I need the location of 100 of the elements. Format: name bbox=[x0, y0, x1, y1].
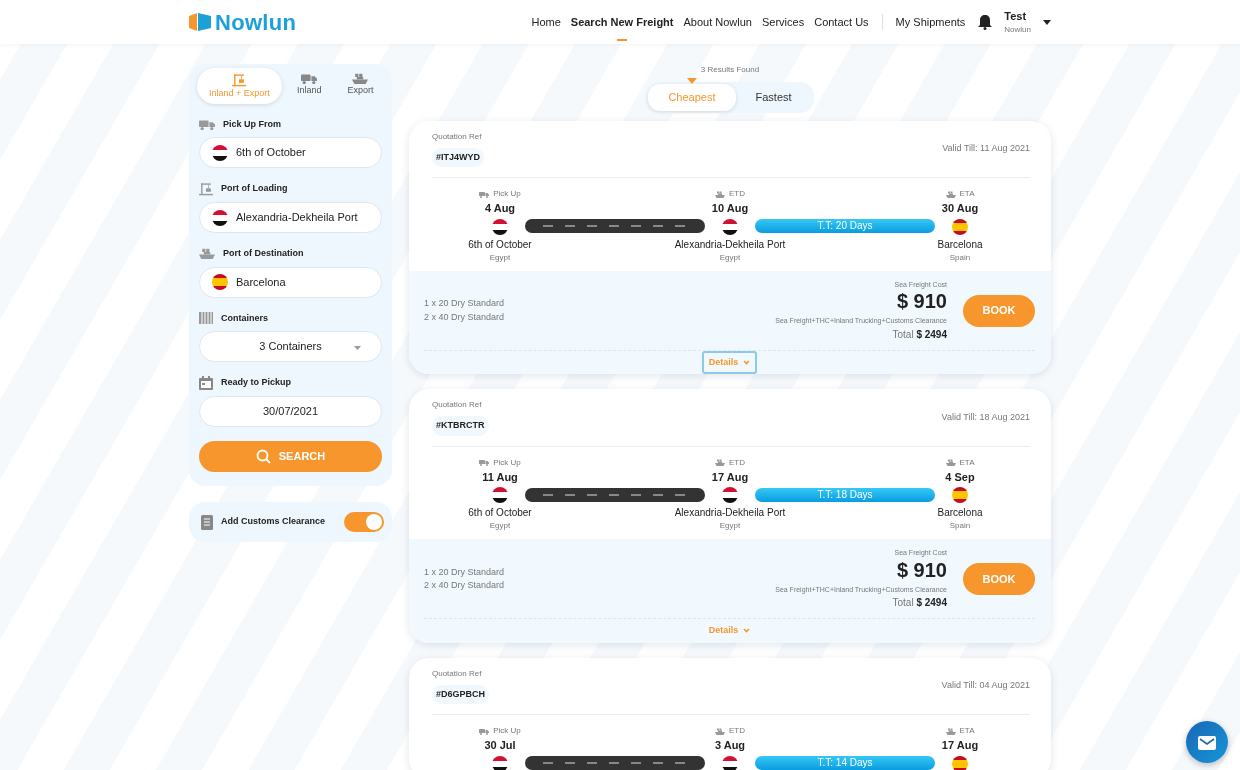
stop-place: Alexandria-Dekheila Port bbox=[674, 237, 786, 252]
sort-tab[interactable]: Fastest bbox=[735, 84, 812, 111]
crane-icon bbox=[199, 182, 213, 196]
price: $ 910 bbox=[896, 290, 947, 312]
field-label: Pick Up From bbox=[223, 117, 281, 131]
container-line: 2 x 40 Dry Standard bbox=[424, 579, 505, 592]
field-label: Port of Loading bbox=[221, 182, 288, 196]
valid-till: Valid Till: 11 Aug 2021 bbox=[942, 142, 1030, 155]
quote-ref: #KTBRCTR bbox=[432, 416, 489, 436]
truck-icon bbox=[199, 118, 215, 130]
results-count: 3 Results Found bbox=[699, 64, 761, 76]
clipboard-icon bbox=[201, 514, 213, 530]
stop-place: 6th of October bbox=[468, 506, 532, 520]
stop-country: Spain bbox=[949, 520, 971, 532]
mail-icon bbox=[1198, 735, 1216, 750]
stop-label: Pick Up bbox=[493, 456, 521, 469]
valid-till: Valid Till: 04 Aug 2021 bbox=[941, 679, 1030, 692]
nav-link[interactable]: Contact Us bbox=[809, 1, 874, 43]
ship-icon bbox=[352, 73, 369, 85]
total-price: $ 2494 bbox=[916, 328, 947, 340]
stop-date: 30 Jul bbox=[484, 738, 516, 753]
user-name: Test bbox=[1004, 8, 1028, 24]
stop-date: 30 Aug bbox=[941, 201, 979, 216]
stop-country: Spain bbox=[949, 251, 971, 264]
mode-tab[interactable]: Export bbox=[336, 68, 384, 104]
ref-label: Quotation Ref bbox=[432, 130, 483, 143]
total-price: $ 2494 bbox=[916, 597, 947, 608]
stop-date: 17 Aug bbox=[941, 738, 979, 753]
location-field[interactable]: 6th of October bbox=[199, 137, 382, 168]
logo-icon bbox=[189, 13, 211, 31]
stop-date: 3 Aug bbox=[714, 738, 746, 753]
nav-link[interactable]: My Shipments bbox=[890, 1, 971, 43]
truck-icon bbox=[479, 459, 490, 466]
ship-icon bbox=[715, 459, 725, 466]
container-line: 1 x 20 Dry Standard bbox=[424, 297, 505, 310]
truck-icon bbox=[479, 727, 490, 735]
truck-icon bbox=[301, 73, 318, 85]
ship-icon bbox=[715, 190, 725, 198]
container-line: 2 x 40 Dry Standard bbox=[424, 310, 505, 324]
ref-label: Quotation Ref bbox=[432, 399, 483, 411]
stop-label: Pick Up bbox=[493, 188, 521, 200]
chat-button[interactable] bbox=[1186, 721, 1228, 763]
stop-place: Barcelona bbox=[937, 506, 983, 520]
nav-link[interactable]: Services bbox=[757, 1, 810, 43]
stop-date: 4 Aug bbox=[484, 201, 516, 216]
nav-link[interactable]: Home bbox=[526, 1, 566, 43]
calendar-icon bbox=[199, 376, 213, 390]
stop-label: ETA bbox=[959, 456, 975, 469]
field-label: Port of Destination bbox=[223, 247, 304, 260]
bell-icon bbox=[978, 14, 993, 30]
crane-icon bbox=[232, 73, 247, 87]
transit-time-bar: T.T: 18 Days bbox=[755, 487, 935, 502]
stop-place: Alexandria-Dekheila Port bbox=[674, 506, 786, 520]
quote-ref: #D6GPBCH bbox=[432, 684, 489, 704]
field-label: Ready to Pickup bbox=[221, 376, 292, 390]
toggle-label: Add Customs Clearance bbox=[221, 515, 326, 529]
stop-label: ETD bbox=[729, 456, 745, 469]
nav-link[interactable]: About Nowlun bbox=[678, 1, 757, 43]
ref-label: Quotation Ref bbox=[432, 667, 483, 680]
location-field[interactable]: Alexandria-Dekheila Port bbox=[199, 202, 382, 233]
stop-country: Egypt bbox=[719, 251, 741, 264]
transit-time-bar: T.T: 20 Days bbox=[755, 219, 935, 233]
ship-icon bbox=[945, 190, 956, 198]
field-label: Containers bbox=[221, 311, 268, 325]
truck-icon bbox=[479, 190, 490, 198]
container-line: 1 x 20 Dry Standard bbox=[424, 565, 505, 579]
caret-icon bbox=[354, 346, 361, 350]
stop-date: 10 Aug bbox=[711, 201, 749, 216]
transit-time-bar: T.T: 14 Days bbox=[755, 756, 935, 770]
chevron-icon bbox=[743, 359, 751, 365]
stop-country: Egypt bbox=[719, 520, 741, 532]
stop-date: 17 Aug bbox=[711, 469, 749, 485]
ship-icon bbox=[715, 727, 725, 735]
stop-label: ETA bbox=[959, 188, 975, 200]
ship-icon bbox=[945, 459, 956, 466]
stop-label: ETD bbox=[729, 188, 745, 200]
total-label: Total bbox=[892, 597, 914, 608]
stop-country: Egypt bbox=[489, 251, 511, 264]
pointer-icon bbox=[686, 78, 697, 84]
location-field[interactable]: Barcelona bbox=[199, 266, 382, 298]
container-select[interactable]: 3 Containers bbox=[199, 331, 382, 362]
stop-date: 11 Aug bbox=[482, 469, 518, 485]
caret-icon bbox=[1043, 19, 1051, 25]
search-icon bbox=[255, 449, 271, 464]
date-field[interactable]: 30/07/2021 bbox=[199, 396, 382, 427]
ship-icon bbox=[945, 727, 956, 735]
stop-label: Pick Up bbox=[493, 725, 521, 737]
total-label: Total bbox=[892, 328, 914, 340]
stop-date: 4 Sep bbox=[945, 469, 975, 485]
user-company: Nowlun bbox=[1004, 24, 1031, 37]
stop-country: Egypt bbox=[489, 520, 511, 532]
chevron-icon bbox=[743, 628, 751, 634]
stop-place: Barcelona bbox=[937, 237, 983, 252]
valid-till: Valid Till: 18 Aug 2021 bbox=[941, 410, 1030, 424]
quote-ref: #ITJ4WYD bbox=[432, 147, 484, 167]
toggle-switch[interactable] bbox=[344, 512, 384, 532]
stop-label: ETD bbox=[729, 725, 745, 737]
stop-label: ETA bbox=[959, 725, 975, 737]
ship-icon bbox=[199, 248, 215, 260]
mode-tab[interactable]: Inland bbox=[285, 68, 333, 104]
